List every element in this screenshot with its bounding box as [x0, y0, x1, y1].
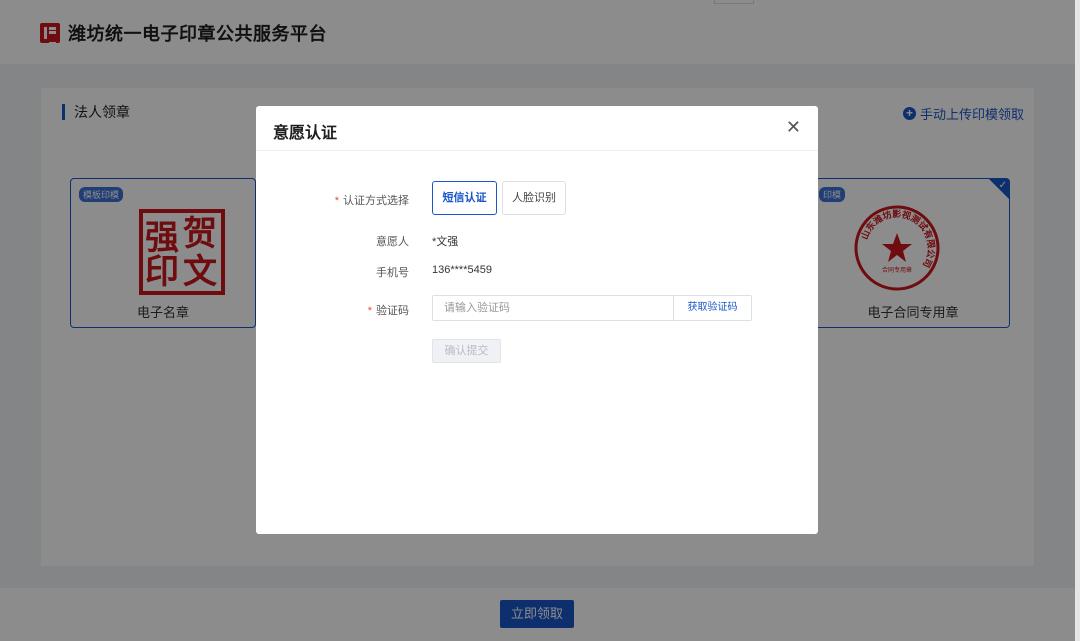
get-code-button[interactable]: 获取验证码	[673, 296, 751, 320]
confirm-submit-button[interactable]: 确认提交	[432, 339, 501, 363]
close-icon[interactable]: ✕	[786, 117, 801, 137]
code-label: * 验证码	[289, 302, 409, 318]
scrollbar-track[interactable]	[1075, 0, 1080, 641]
phone-label: 手机号	[376, 267, 409, 279]
applicant-value: *文强	[432, 236, 459, 248]
required-mark: *	[334, 195, 339, 207]
dialog-title: 意愿认证	[273, 125, 338, 142]
code-input[interactable]	[433, 296, 673, 320]
verification-dialog: 意愿认证 ✕ * 认证方式选择 短信认证 人脸识别 意愿人 *文强 手机号 136…	[256, 106, 818, 534]
face-auth-button[interactable]: 人脸识别	[502, 181, 566, 215]
dialog-header: 意愿认证 ✕	[256, 106, 818, 151]
method-label-text: 认证方式选择	[343, 195, 409, 207]
method-label: * 认证方式选择	[289, 192, 409, 208]
phone-value: 136****5459	[432, 264, 492, 276]
sms-auth-button[interactable]: 短信认证	[432, 181, 497, 215]
code-field-group: 获取验证码	[432, 295, 752, 321]
code-label-text: 验证码	[376, 305, 409, 317]
required-mark: *	[367, 305, 372, 317]
applicant-label: 意愿人	[376, 236, 409, 248]
